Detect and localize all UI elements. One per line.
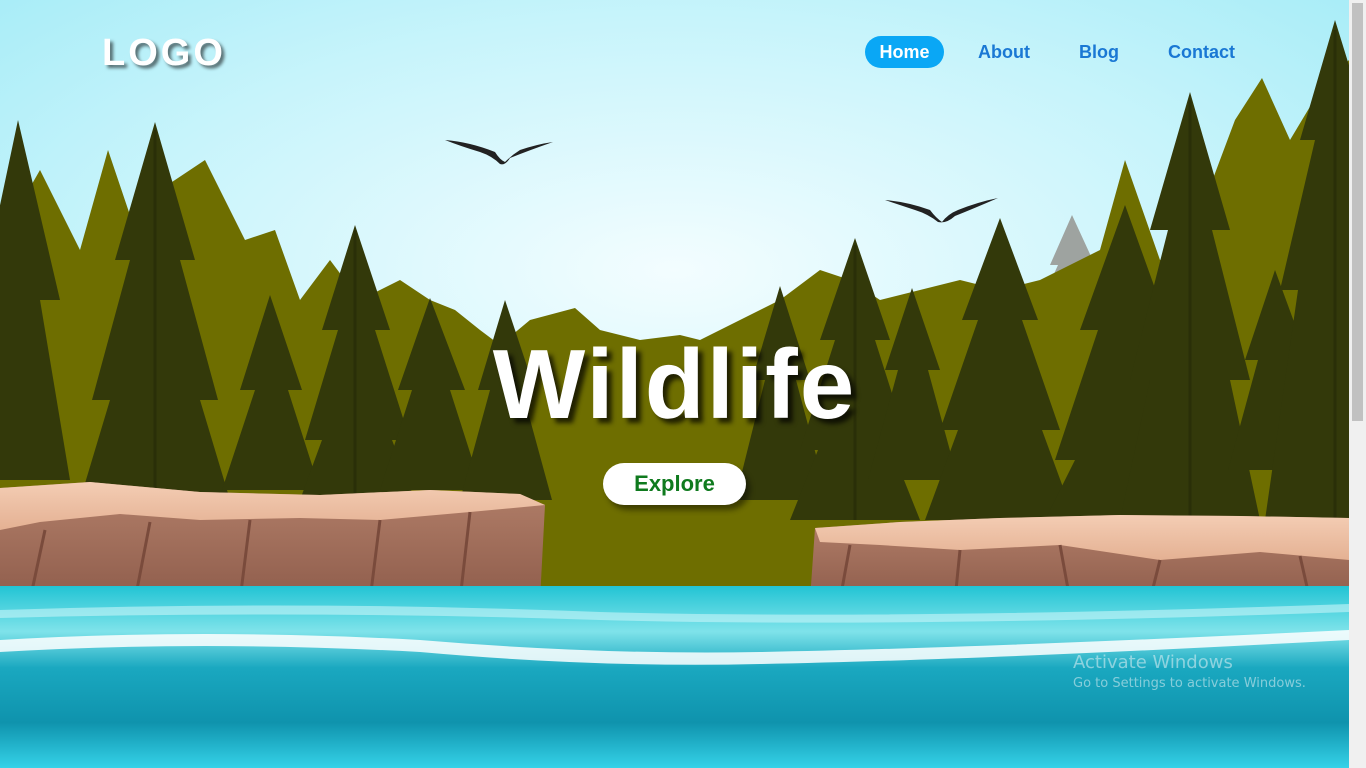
vertical-scrollbar[interactable] xyxy=(1349,0,1366,768)
scrollbar-thumb[interactable] xyxy=(1352,3,1363,421)
left-cliff xyxy=(0,482,545,601)
nav-contact-link[interactable]: Contact xyxy=(1158,36,1245,68)
explore-button[interactable]: Explore xyxy=(603,463,746,505)
nav-about-link[interactable]: About xyxy=(968,36,1040,68)
hero-title: Wildlife xyxy=(492,329,857,439)
windows-activation-watermark: Activate Windows Go to Settings to activ… xyxy=(1073,652,1306,691)
landing-page: LOGO Home About Blog Contact Wildlife Ex… xyxy=(0,0,1349,768)
nav-blog-link[interactable]: Blog xyxy=(1067,36,1131,68)
watermark-title: Activate Windows xyxy=(1073,652,1233,673)
nav-home-link[interactable]: Home xyxy=(865,36,944,68)
main-navigation: Home About Blog Contact xyxy=(0,36,1349,68)
watermark-subtitle: Go to Settings to activate Windows. xyxy=(1073,676,1306,691)
